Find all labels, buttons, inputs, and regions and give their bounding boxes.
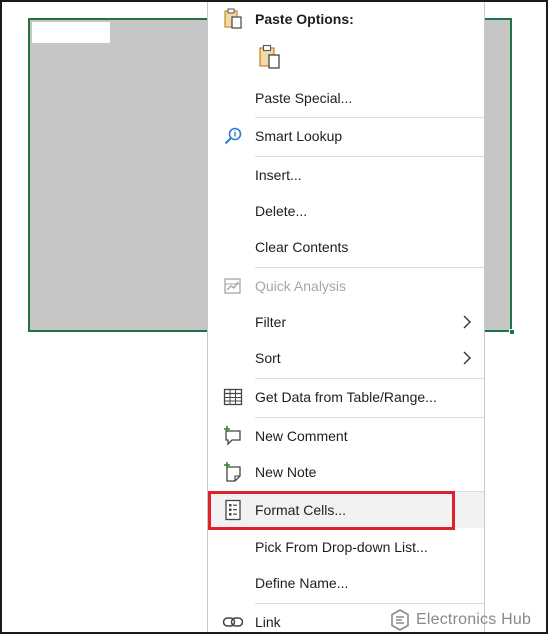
smart-lookup-label: Smart Lookup [255,128,343,144]
watermark: Electronics Hub [390,608,531,632]
electronics-hub-logo-icon [391,609,409,631]
menu-separator [255,156,484,157]
paste-options-header: Paste Options: [208,2,484,36]
menu-item-pick-from-list[interactable]: Pick From Drop-down List... [208,530,484,564]
quick-analysis-icon [222,275,244,297]
menu-item-delete[interactable]: Delete... [208,194,484,228]
note-icon [222,461,244,483]
menu-separator [255,417,484,418]
define-name-label: Define Name... [255,575,349,591]
paste-special-label: Paste Special... [255,90,353,106]
delete-label: Delete... [255,203,308,219]
link-label: Link [255,614,281,630]
menu-item-define-name[interactable]: Define Name... [208,566,484,600]
menu-item-insert[interactable]: Insert... [208,158,484,192]
menu-separator [255,378,484,379]
menu-separator [255,117,484,118]
new-comment-label: New Comment [255,428,348,444]
context-menu: Paste Options: Paste Special... Smart Lo… [207,0,485,634]
comment-icon [222,425,244,447]
menu-item-filter[interactable]: Filter [208,305,484,339]
menu-item-get-data[interactable]: Get Data from Table/Range... [208,380,484,414]
menu-item-quick-analysis: Quick Analysis [208,269,484,303]
link-icon [222,611,244,633]
active-cell[interactable] [32,22,110,43]
table-icon [222,386,244,408]
menu-item-sort[interactable]: Sort [208,341,484,375]
pick-from-list-label: Pick From Drop-down List... [255,539,428,555]
insert-label: Insert... [255,167,302,183]
clipboard-icon [259,44,280,69]
chevron-right-icon [462,351,472,365]
menu-item-new-comment[interactable]: New Comment [208,419,484,453]
menu-item-paste-special[interactable]: Paste Special... [208,81,484,115]
search-icon [222,125,244,147]
menu-item-clear-contents[interactable]: Clear Contents [208,230,484,264]
clipboard-icon [222,8,244,30]
menu-item-new-note[interactable]: New Note [208,455,484,489]
menu-separator [255,603,484,604]
clear-contents-label: Clear Contents [255,239,349,255]
menu-separator [255,267,484,268]
paste-options-label: Paste Options: [255,11,354,27]
sort-label: Sort [255,350,281,366]
format-cells-highlight [208,491,455,530]
paste-option-button[interactable] [258,44,282,70]
watermark-text: Electronics Hub [416,611,532,628]
get-data-label: Get Data from Table/Range... [255,389,437,405]
chevron-right-icon [462,315,472,329]
filter-label: Filter [255,314,287,330]
new-note-label: New Note [255,464,317,480]
fill-handle[interactable] [509,329,515,335]
menu-item-smart-lookup[interactable]: Smart Lookup [208,119,484,153]
quick-analysis-label: Quick Analysis [255,278,347,294]
